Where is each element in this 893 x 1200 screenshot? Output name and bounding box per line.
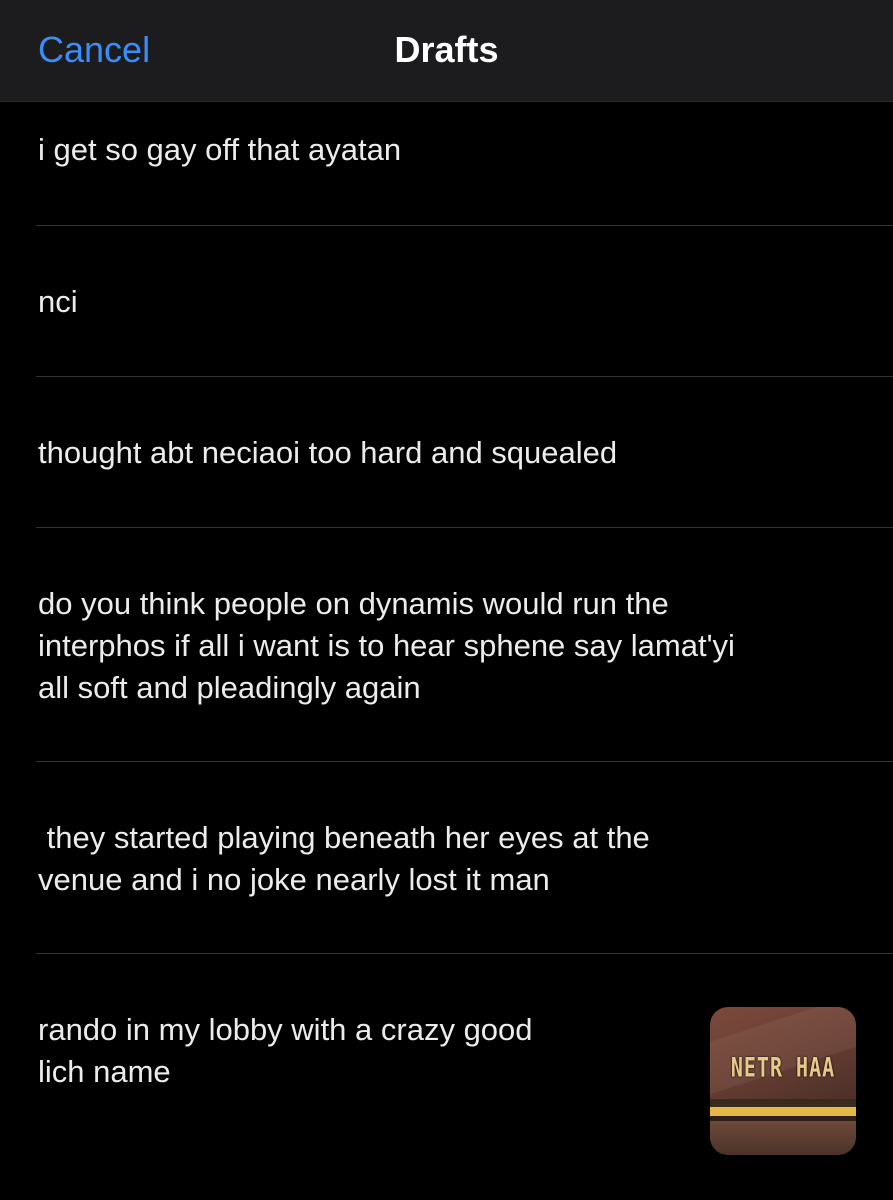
- draft-item[interactable]: they started playing beneath her eyes at…: [0, 762, 893, 953]
- draft-text-line: lich name: [38, 1054, 171, 1089]
- navigation-bar: Cancel Drafts: [0, 0, 893, 102]
- draft-text-line: interphos if all i want is to hear sphen…: [38, 628, 735, 663]
- draft-item[interactable]: do you think people on dynamis would run…: [0, 528, 893, 761]
- draft-text-line: do you think people on dynamis would run…: [38, 586, 669, 621]
- draft-text-line: they started playing beneath her eyes at…: [38, 820, 650, 855]
- draft-text-line: all soft and pleadingly again: [38, 670, 421, 705]
- page-title: Drafts: [394, 29, 499, 70]
- draft-item[interactable]: i get so gay off that ayatan: [0, 102, 893, 225]
- draft-item[interactable]: thought abt neciaoi too hard and squeale…: [0, 377, 893, 527]
- thumbnail-floor: [710, 1121, 856, 1155]
- draft-text-line: i get so gay off that ayatan: [38, 132, 402, 167]
- draft-text-line: nci: [38, 284, 78, 319]
- draft-item[interactable]: nci: [0, 226, 893, 376]
- draft-text-line: rando in my lobby with a crazy good: [38, 1012, 533, 1047]
- thumbnail-text: NETR HAA: [730, 1050, 836, 1084]
- draft-text-line: thought abt neciaoi too hard and squeale…: [38, 435, 618, 470]
- draft-thumbnail-image[interactable]: NETR HAA: [710, 1007, 856, 1155]
- thumbnail-band: [710, 1099, 856, 1107]
- thumbnail-gold-band: [710, 1107, 856, 1116]
- draft-text-line: venue and i no joke nearly lost it man: [38, 862, 550, 897]
